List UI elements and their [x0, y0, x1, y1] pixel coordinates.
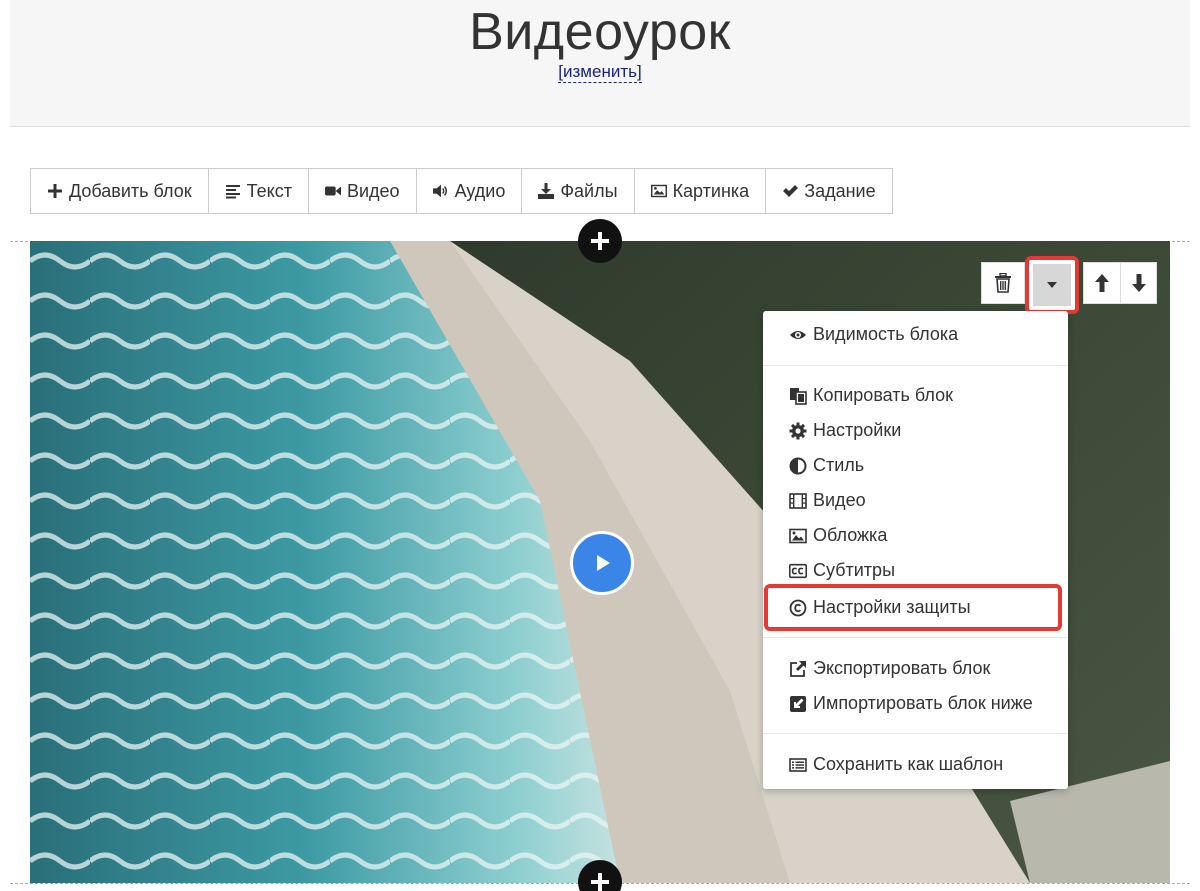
add-video-label: Видео: [346, 180, 400, 201]
check-icon: [783, 185, 799, 197]
add-files-label: Файлы: [560, 180, 618, 201]
insert-block-above-button[interactable]: [578, 219, 622, 263]
menu-divider: [763, 365, 1068, 366]
delete-block-button[interactable]: [982, 263, 1024, 303]
block-move-controls: [1083, 262, 1157, 304]
video-camera-icon: [324, 186, 341, 196]
gear-icon: [789, 422, 807, 439]
block-dropdown-menu: Видимость блока Копировать блок Настройк…: [763, 311, 1068, 789]
menu-item-label: Настройки: [813, 420, 902, 440]
plus-icon: [591, 873, 609, 891]
menu-item-label: Субтитры: [813, 560, 896, 580]
menu-item-save-as-template[interactable]: Сохранить как шаблон: [789, 754, 1003, 775]
menu-item-label: Видео: [813, 490, 866, 510]
menu-item-label: Настройки защиты: [813, 597, 971, 617]
block-menu-toggle[interactable]: [1033, 264, 1071, 306]
download-icon: [538, 183, 555, 199]
lesson-header: Видеоурок [изменить]: [10, 0, 1190, 127]
edit-title-link[interactable]: [изменить]: [558, 62, 642, 83]
add-image-label: Картинка: [672, 180, 750, 201]
add-task-label: Задание: [804, 180, 876, 201]
film-icon: [789, 492, 807, 509]
menu-item-label: Копировать блок: [813, 385, 954, 405]
menu-item-style[interactable]: Стиль: [789, 455, 864, 476]
add-task-button[interactable]: Задание: [766, 169, 892, 213]
external-link-icon: [790, 660, 806, 677]
move-down-button[interactable]: [1120, 263, 1156, 303]
menu-item-label: Импортировать блок ниже: [813, 693, 1033, 713]
block-menu-toggle-highlight: [1025, 256, 1079, 314]
list-icon: [789, 757, 807, 772]
menu-item-subtitles[interactable]: Субтитры: [789, 560, 895, 581]
adjust-icon: [789, 457, 807, 474]
play-icon: [597, 555, 610, 571]
text-align-icon: [225, 185, 240, 199]
menu-item-protection-settings[interactable]: Настройки защиты: [789, 597, 971, 618]
menu-item-settings[interactable]: Настройки: [789, 420, 901, 441]
import-icon: [790, 695, 806, 712]
image-icon: [650, 184, 667, 198]
menu-item-label: Обложка: [813, 525, 888, 545]
add-text-label: Текст: [246, 180, 292, 201]
cc-icon: [789, 563, 807, 578]
add-block-toolbar: Добавить блок Текст Видео Аудио Файлы Ка…: [30, 168, 893, 214]
menu-item-cover[interactable]: Обложка: [789, 525, 887, 546]
menu-item-export-block[interactable]: Экспортировать блок: [789, 658, 990, 679]
copy-icon: [790, 387, 807, 405]
add-video-button[interactable]: Видео: [308, 169, 417, 213]
menu-divider: [763, 733, 1068, 734]
add-image-button[interactable]: Картинка: [634, 169, 767, 213]
volume-icon: [432, 184, 447, 198]
menu-item-visibility[interactable]: Видимость блока: [789, 324, 958, 345]
picture-icon: [789, 528, 807, 543]
eye-icon: [790, 330, 806, 339]
menu-item-label: Стиль: [813, 455, 865, 475]
play-button[interactable]: [570, 531, 634, 595]
add-text-button[interactable]: Текст: [208, 169, 309, 213]
arrow-up-icon: [1095, 274, 1109, 292]
copyright-icon: [789, 599, 807, 616]
plus-icon: [48, 184, 62, 198]
menu-divider: [763, 637, 1068, 638]
menu-item-label: Сохранить как шаблон: [813, 754, 1004, 774]
plus-icon: [591, 232, 609, 250]
add-files-button[interactable]: Файлы: [522, 169, 635, 213]
arrow-down-icon: [1131, 274, 1146, 292]
add-block-label: Добавить блок: [69, 180, 192, 201]
edit-title-wrapper: [изменить]: [10, 62, 1190, 83]
menu-item-copy-block[interactable]: Копировать блок: [789, 385, 953, 406]
add-audio-button[interactable]: Аудио: [416, 169, 523, 213]
add-block-button[interactable]: Добавить блок: [31, 169, 209, 213]
menu-item-label: Экспортировать блок: [813, 658, 991, 678]
block-delete-control: [981, 262, 1025, 304]
menu-item-video[interactable]: Видео: [789, 490, 866, 511]
caret-down-icon: [1047, 282, 1057, 288]
page-title: Видеоурок: [469, 3, 731, 61]
menu-item-import-block-below[interactable]: Импортировать блок ниже: [789, 693, 1033, 714]
menu-item-label: Видимость блока: [813, 324, 959, 344]
move-up-button[interactable]: [1084, 263, 1120, 303]
trash-icon: [995, 273, 1011, 293]
add-audio-label: Аудио: [454, 180, 506, 201]
